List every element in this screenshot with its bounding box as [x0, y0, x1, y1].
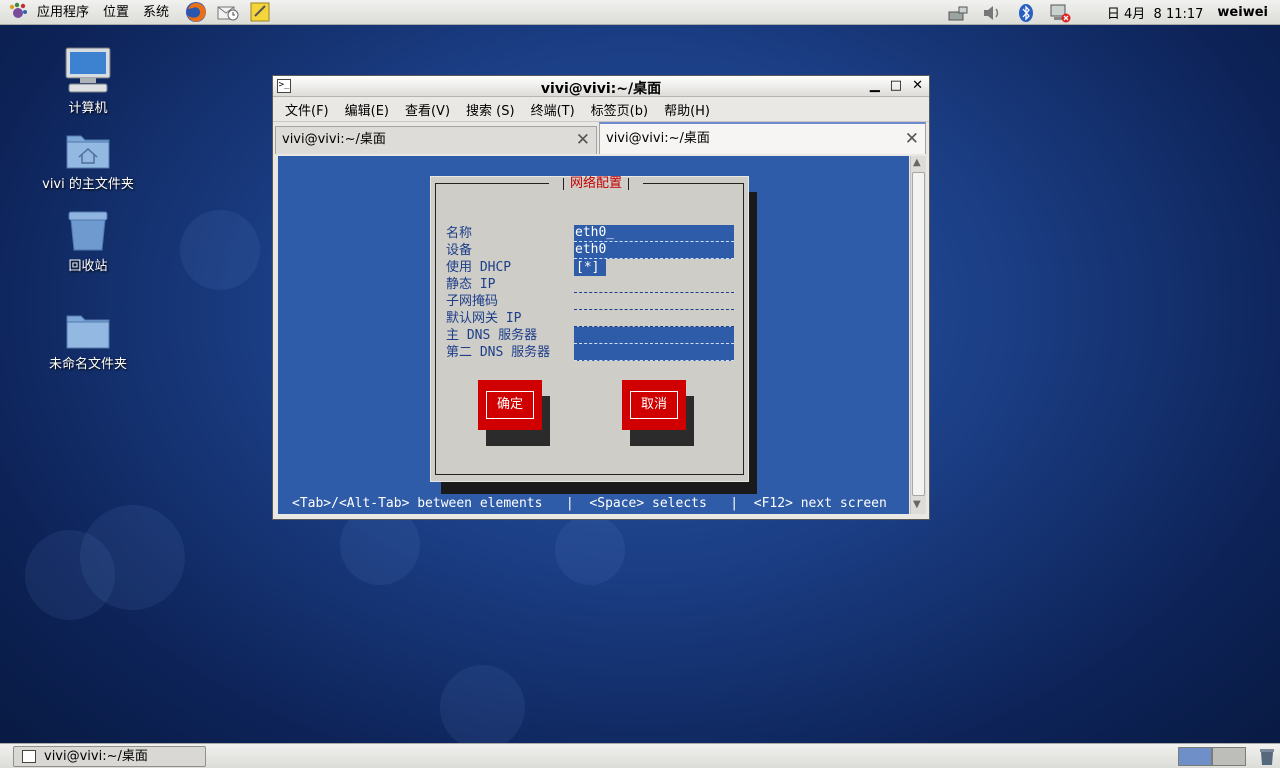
network-config-dialog: 网络配置 名称 eth0_ 设备 eth0 使用 DHCP [*] 静态 IP … — [430, 176, 749, 482]
menu-help[interactable]: 帮助(H) — [656, 100, 718, 119]
taskbar-item-label: vivi@vivi:~/桌面 — [44, 749, 148, 764]
tab-1[interactable]: vivi@vivi:~/桌面 ✕ — [275, 126, 597, 154]
secondary-dns-field[interactable] — [574, 344, 734, 361]
desktop-icon-trash[interactable]: 回收站 — [28, 210, 148, 274]
ok-button-label: 确定 — [486, 391, 534, 419]
label-static-ip: 静态 IP — [446, 277, 496, 292]
terminal-icon — [22, 750, 36, 763]
tab-close-icon[interactable]: ✕ — [576, 127, 590, 153]
user-menu[interactable]: weiwei — [1217, 5, 1268, 20]
tab-bar: vivi@vivi:~/桌面 ✕ vivi@vivi:~/桌面 ✕ — [273, 122, 929, 154]
computer-icon — [65, 47, 111, 93]
minimize-button[interactable]: ▁ — [870, 78, 880, 93]
static-ip-field[interactable] — [574, 276, 734, 293]
close-button[interactable]: ✕ — [912, 78, 923, 93]
scroll-down-icon[interactable]: ▼ — [913, 499, 921, 510]
bluetooth-icon[interactable] — [1015, 2, 1037, 24]
taskbar-item-terminal[interactable]: vivi@vivi:~/桌面 — [13, 746, 206, 767]
scroll-up-icon[interactable]: ▲ — [913, 157, 921, 168]
desktop-icon-unnamed-folder[interactable]: 未命名文件夹 — [28, 310, 148, 372]
top-panel: 应用程序 位置 系统 日 4月 8 11:17 weiwei — [0, 0, 1280, 25]
desktop-icon-computer[interactable]: 计算机 — [28, 46, 148, 116]
terminal-window: >_ vivi@vivi:~/桌面 ▁ □ ✕ 文件(F) 编辑(E) 查看(V… — [272, 75, 930, 520]
primary-dns-field[interactable] — [574, 327, 734, 344]
trash-applet-icon[interactable] — [1258, 747, 1276, 766]
menu-terminal[interactable]: 终端(T) — [523, 100, 583, 119]
mail-clock-icon[interactable] — [216, 0, 240, 24]
window-title: vivi@vivi:~/桌面 — [540, 81, 662, 97]
tab-label: vivi@vivi:~/桌面 — [282, 132, 386, 147]
workspace-2[interactable] — [1212, 747, 1246, 766]
desktop-icon-label: 回收站 — [68, 259, 108, 274]
bottom-panel: vivi@vivi:~/桌面 — [0, 743, 1280, 768]
terminal-scrollbar[interactable]: ▲ ▼ — [910, 156, 926, 514]
home-folder-icon — [66, 135, 110, 169]
clock[interactable]: 日 4月 8 11:17 — [1107, 3, 1204, 22]
label-device: 设备 — [446, 243, 473, 258]
menu-file[interactable]: 文件(F) — [277, 100, 337, 119]
label-primary-dns: 主 DNS 服务器 — [446, 328, 538, 343]
label-secondary-dns: 第二 DNS 服务器 — [446, 345, 551, 360]
tab-2[interactable]: vivi@vivi:~/桌面 ✕ — [599, 122, 926, 154]
name-field[interactable]: eth0_ — [574, 225, 734, 242]
tab-label: vivi@vivi:~/桌面 — [606, 131, 710, 146]
netmask-field[interactable] — [574, 293, 734, 310]
window-titlebar[interactable]: >_ vivi@vivi:~/桌面 ▁ □ ✕ — [273, 76, 929, 97]
label-dhcp: 使用 DHCP — [446, 260, 512, 275]
desktop-icon-label: vivi 的主文件夹 — [42, 177, 134, 192]
network-disconnected-icon[interactable] — [1049, 2, 1071, 24]
terminal-area[interactable]: 网络配置 名称 eth0_ 设备 eth0 使用 DHCP [*] 静态 IP … — [278, 156, 909, 514]
desktop-icon-label: 计算机 — [68, 101, 108, 116]
label-netmask: 子网掩码 — [446, 294, 499, 309]
folder-icon — [66, 315, 110, 349]
tab-close-icon[interactable]: ✕ — [905, 124, 919, 154]
menu-view[interactable]: 查看(V) — [397, 100, 458, 119]
menu-search[interactable]: 搜索 (S) — [458, 100, 523, 119]
label-gateway: 默认网关 IP — [446, 311, 522, 326]
cancel-button-label: 取消 — [630, 391, 678, 419]
menu-places[interactable]: 位置 — [96, 0, 136, 25]
device-field[interactable]: eth0 — [574, 242, 734, 259]
window-menubar: 文件(F) 编辑(E) 查看(V) 搜索 (S) 终端(T) 标签页(b) 帮助… — [273, 97, 929, 122]
scrollbar-thumb[interactable] — [912, 172, 925, 496]
menu-edit[interactable]: 编辑(E) — [337, 100, 397, 119]
ok-button[interactable]: 确定 — [478, 380, 542, 430]
menu-applications[interactable]: 应用程序 — [30, 0, 96, 25]
label-name: 名称 — [446, 226, 473, 241]
cancel-button[interactable]: 取消 — [622, 380, 686, 430]
dhcp-checkbox[interactable]: [*] — [574, 259, 606, 276]
menu-system[interactable]: 系统 — [136, 0, 176, 25]
dialog-title: 网络配置 — [549, 177, 644, 191]
menu-tabs[interactable]: 标签页(b) — [583, 100, 656, 119]
gateway-field[interactable] — [574, 310, 734, 327]
maximize-button[interactable]: □ — [890, 78, 902, 93]
desktop-icon-label: 未命名文件夹 — [48, 357, 127, 372]
gnome-foot-icon[interactable] — [8, 2, 28, 22]
firefox-icon[interactable] — [184, 0, 208, 24]
keyboard-hint-bar: <Tab>/<Alt-Tab> between elements | <Spac… — [292, 496, 887, 511]
notes-icon[interactable] — [248, 0, 272, 24]
trash-icon — [68, 211, 108, 251]
workspace-1[interactable] — [1178, 747, 1212, 766]
network-manager-icon[interactable] — [947, 2, 969, 24]
desktop-icon-home[interactable]: vivi 的主文件夹 — [28, 130, 148, 192]
volume-icon[interactable] — [981, 2, 1003, 24]
